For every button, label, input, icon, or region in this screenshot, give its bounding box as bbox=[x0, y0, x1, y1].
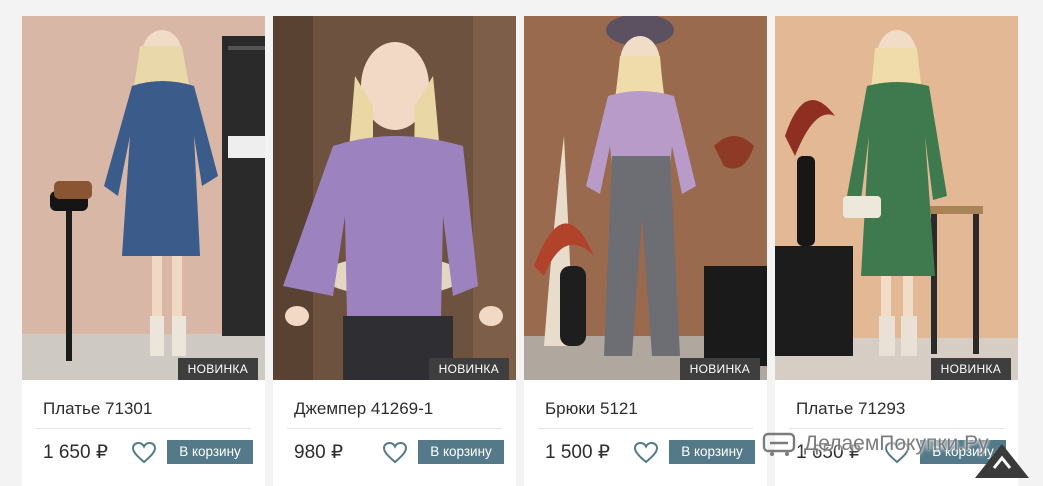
product-card: НОВИНКА Платье 71293 1 650 ₽ В корзину bbox=[775, 16, 1018, 486]
add-to-cart-button[interactable]: В корзину bbox=[418, 440, 504, 464]
watermark: ДелаемПокупки.Ру bbox=[762, 428, 989, 460]
add-to-cart-button[interactable]: В корзину bbox=[167, 440, 253, 464]
new-badge: НОВИНКА bbox=[930, 358, 1011, 380]
product-photo[interactable]: НОВИНКА bbox=[22, 16, 265, 380]
product-photo[interactable]: НОВИНКА bbox=[775, 16, 1018, 380]
product-name[interactable]: Платье 71293 bbox=[796, 399, 905, 419]
product-card: НОВИНКА Джемпер 41269-1 980 ₽ В корзину bbox=[273, 16, 516, 486]
product-price: 1 650 ₽ bbox=[43, 442, 108, 463]
product-card: НОВИНКА Платье 71301 1 650 ₽ В корзину bbox=[22, 16, 265, 486]
product-card: НОВИНКА Брюки 5121 1 500 ₽ В корзину bbox=[524, 16, 767, 486]
product-grid: НОВИНКА Платье 71301 1 650 ₽ В корзину Н… bbox=[22, 16, 1018, 486]
heart-icon[interactable] bbox=[382, 441, 408, 465]
divider bbox=[36, 428, 251, 429]
product-price: 1 500 ₽ bbox=[545, 442, 610, 463]
product-price: 980 ₽ bbox=[294, 442, 344, 463]
divider bbox=[287, 428, 502, 429]
product-name[interactable]: Брюки 5121 bbox=[545, 399, 638, 419]
heart-icon[interactable] bbox=[633, 441, 659, 465]
product-name[interactable]: Джемпер 41269-1 bbox=[294, 399, 433, 419]
scroll-up-icon[interactable] bbox=[975, 438, 1029, 478]
new-badge: НОВИНКА bbox=[679, 358, 760, 380]
product-photo[interactable]: НОВИНКА bbox=[524, 16, 767, 380]
product-photo[interactable]: НОВИНКА bbox=[273, 16, 516, 380]
heart-icon[interactable] bbox=[131, 441, 157, 465]
new-badge: НОВИНКА bbox=[428, 358, 509, 380]
add-to-cart-button[interactable]: В корзину bbox=[669, 440, 755, 464]
product-name[interactable]: Платье 71301 bbox=[43, 399, 152, 419]
cart-logo-icon bbox=[762, 432, 796, 456]
new-badge: НОВИНКА bbox=[177, 358, 258, 380]
watermark-text: ДелаемПокупки.Ру bbox=[804, 432, 989, 455]
divider bbox=[538, 428, 753, 429]
